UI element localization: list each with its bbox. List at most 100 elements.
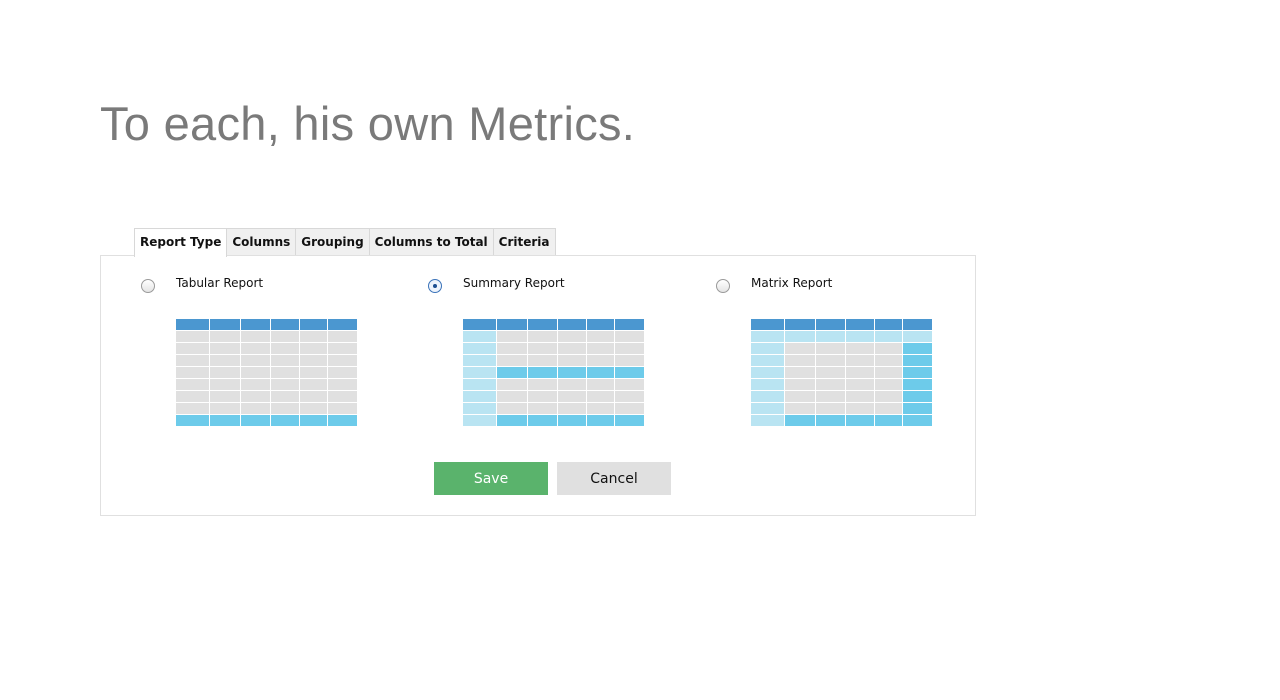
preview-cell: [497, 367, 527, 378]
preview-cell: [463, 391, 496, 402]
preview-cell: [176, 403, 209, 414]
matrix-report-label: Matrix Report: [751, 276, 833, 290]
preview-cell: [463, 355, 496, 366]
preview-cell: [785, 331, 815, 342]
preview-cell: [300, 415, 327, 426]
preview-cell: [528, 331, 557, 342]
preview-cell: [271, 355, 299, 366]
preview-cell: [785, 379, 815, 390]
preview-cell: [751, 415, 784, 426]
preview-cell: [528, 379, 557, 390]
preview-cell: [751, 391, 784, 402]
matrix-report-radio[interactable]: [716, 279, 730, 293]
preview-cell: [751, 331, 784, 342]
preview-cell: [176, 415, 209, 426]
preview-cell: [558, 355, 586, 366]
preview-cell: [615, 367, 644, 378]
preview-cell: [875, 403, 902, 414]
preview-cell: [558, 367, 586, 378]
preview-cell: [463, 343, 496, 354]
preview-cell: [615, 415, 644, 426]
page-headline: To each, his own Metrics.: [100, 97, 636, 150]
preview-cell: [528, 319, 557, 330]
preview-cell: [497, 403, 527, 414]
preview-cell: [271, 331, 299, 342]
preview-cell: [615, 319, 644, 330]
preview-cell: [816, 415, 845, 426]
preview-cell: [528, 343, 557, 354]
preview-cell: [903, 319, 932, 330]
preview-cell: [241, 367, 270, 378]
preview-cell: [497, 379, 527, 390]
preview-cell: [846, 391, 874, 402]
preview-cell: [328, 403, 357, 414]
preview-cell: [615, 379, 644, 390]
preview-cell: [497, 391, 527, 402]
preview-cell: [846, 331, 874, 342]
save-button[interactable]: Save: [434, 462, 548, 495]
preview-cell: [463, 403, 496, 414]
preview-cell: [615, 391, 644, 402]
preview-cell: [816, 403, 845, 414]
preview-cell: [528, 391, 557, 402]
preview-cell: [751, 343, 784, 354]
preview-cell: [846, 379, 874, 390]
tab-report-type[interactable]: Report Type: [134, 228, 228, 257]
preview-cell: [903, 367, 932, 378]
preview-cell: [300, 391, 327, 402]
preview-cell: [176, 379, 209, 390]
summary-report-radio[interactable]: [428, 279, 442, 293]
tab-grouping[interactable]: Grouping: [295, 228, 370, 255]
preview-cell: [300, 403, 327, 414]
preview-cell: [846, 367, 874, 378]
preview-cell: [176, 391, 209, 402]
preview-cell: [903, 391, 932, 402]
preview-cell: [816, 331, 845, 342]
preview-cell: [328, 319, 357, 330]
preview-cell: [241, 391, 270, 402]
tab-columns[interactable]: Columns: [226, 228, 297, 255]
tab-criteria[interactable]: Criteria: [492, 228, 556, 255]
preview-cell: [528, 355, 557, 366]
preview-cell: [816, 391, 845, 402]
preview-cell: [903, 355, 932, 366]
preview-cell: [271, 343, 299, 354]
preview-cell: [587, 415, 614, 426]
cancel-button[interactable]: Cancel: [557, 462, 671, 495]
preview-cell: [300, 343, 327, 354]
preview-cell: [903, 331, 932, 342]
tabular-report-radio[interactable]: [141, 279, 155, 293]
preview-cell: [785, 319, 815, 330]
summary-report-preview: [463, 319, 644, 426]
tab-columns-to-total[interactable]: Columns to Total: [368, 228, 494, 255]
preview-cell: [300, 355, 327, 366]
preview-cell: [497, 319, 527, 330]
preview-cell: [785, 391, 815, 402]
preview-cell: [615, 355, 644, 366]
preview-cell: [176, 331, 209, 342]
preview-cell: [587, 343, 614, 354]
preview-cell: [176, 343, 209, 354]
preview-cell: [210, 331, 240, 342]
preview-cell: [241, 355, 270, 366]
preview-cell: [300, 367, 327, 378]
preview-cell: [176, 355, 209, 366]
summary-report-label: Summary Report: [463, 276, 565, 290]
preview-cell: [300, 331, 327, 342]
preview-cell: [271, 391, 299, 402]
preview-cell: [903, 415, 932, 426]
preview-cell: [210, 343, 240, 354]
preview-cell: [558, 319, 586, 330]
preview-cell: [785, 415, 815, 426]
matrix-report-preview: [751, 319, 932, 426]
preview-cell: [176, 367, 209, 378]
preview-cell: [751, 355, 784, 366]
preview-cell: [558, 331, 586, 342]
preview-cell: [587, 379, 614, 390]
preview-cell: [785, 355, 815, 366]
preview-cell: [241, 319, 270, 330]
preview-cell: [241, 403, 270, 414]
preview-cell: [816, 343, 845, 354]
preview-cell: [875, 331, 902, 342]
preview-cell: [210, 403, 240, 414]
